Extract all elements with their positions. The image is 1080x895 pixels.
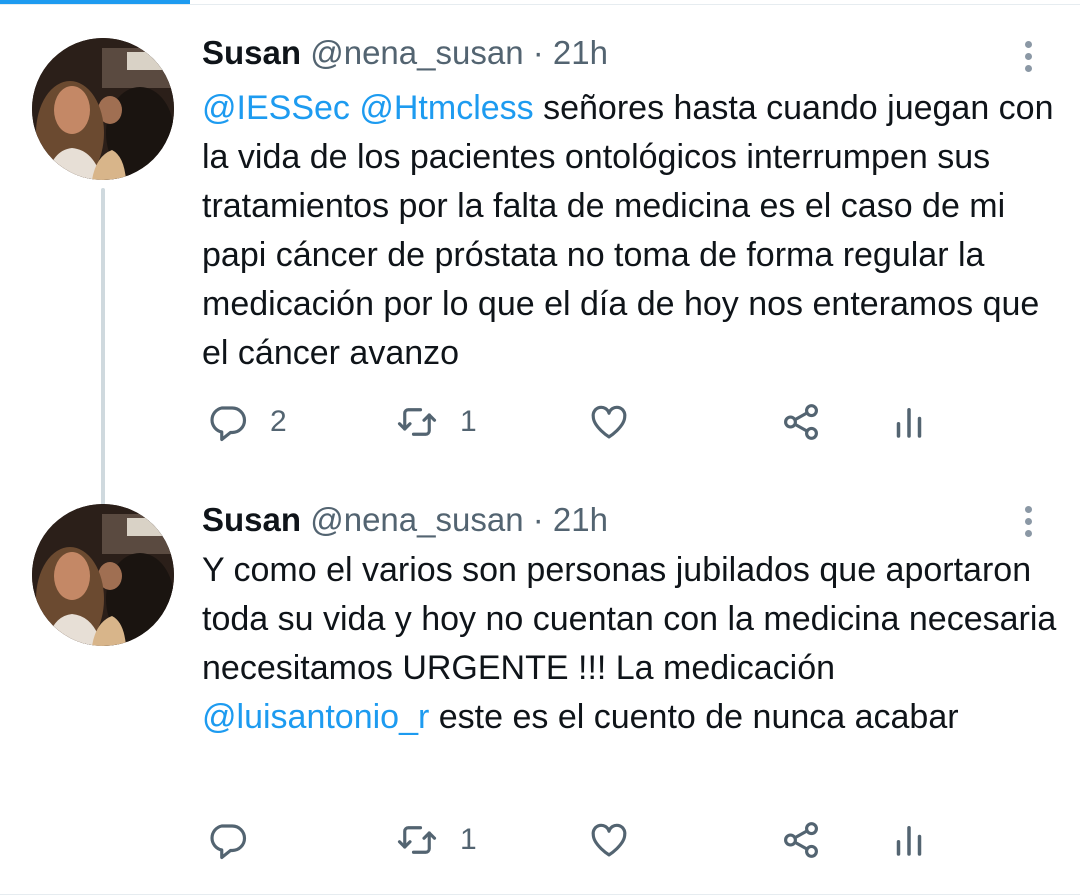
more-options-icon[interactable] xyxy=(1018,503,1038,539)
tweet[interactable]: Susan @nena_susan · 21h @IESSec @Htmcles… xyxy=(0,8,1080,506)
retweet-count: 1 xyxy=(460,405,477,438)
header-separator: · xyxy=(532,34,544,71)
avatar[interactable] xyxy=(32,504,174,646)
mention-link[interactable]: @IESSec xyxy=(202,89,350,127)
like-button[interactable] xyxy=(588,398,652,446)
share-icon xyxy=(784,404,818,440)
author-name[interactable]: Susan xyxy=(202,34,301,71)
retweet-button[interactable]: 1 xyxy=(396,398,477,446)
tweet-header: Susan @nena_susan · 21h xyxy=(202,33,608,73)
avatar[interactable] xyxy=(32,38,174,180)
reply-count: 2 xyxy=(270,405,287,438)
text-segment: este es el cuento de nunca acabar xyxy=(429,698,959,736)
tweet-header: Susan @nena_susan · 21h xyxy=(202,500,608,540)
tweet-text: Y como el varios son personas jubilados … xyxy=(202,546,1062,742)
more-options-icon[interactable] xyxy=(1018,38,1038,74)
text-segment: señores hasta cuando juegan con la vida … xyxy=(202,89,1054,372)
text-segment: Y como el varios son personas jubilados … xyxy=(202,551,1057,687)
analytics-button[interactable] xyxy=(888,816,930,864)
thread-connector-line xyxy=(101,188,105,506)
tweet-actions: 1 xyxy=(0,816,1080,864)
heart-icon xyxy=(591,405,627,439)
share-button[interactable] xyxy=(780,816,822,864)
retweet-icon xyxy=(397,408,437,436)
tweet-timestamp[interactable]: 21h xyxy=(553,34,608,71)
header-separator: · xyxy=(532,501,544,538)
tweet-timestamp[interactable]: 21h xyxy=(553,501,608,538)
reply-button[interactable] xyxy=(206,816,270,864)
tweet-actions: 2 1 xyxy=(0,398,1080,446)
tweet[interactable]: Susan @nena_susan · 21h Y como el varios… xyxy=(0,478,1080,888)
analytics-icon xyxy=(896,408,922,438)
author-name[interactable]: Susan xyxy=(202,501,301,538)
text-segment xyxy=(350,89,359,127)
author-handle[interactable]: @nena_susan xyxy=(310,34,523,71)
top-divider xyxy=(0,4,1080,5)
mention-link[interactable]: @luisantonio_r xyxy=(202,698,429,736)
retweet-icon xyxy=(397,826,437,854)
retweet-count: 1 xyxy=(460,823,477,856)
share-button[interactable] xyxy=(780,398,822,446)
analytics-icon xyxy=(896,826,922,856)
analytics-button[interactable] xyxy=(888,398,930,446)
mention-link[interactable]: @Htmcless xyxy=(359,89,533,127)
author-handle[interactable]: @nena_susan xyxy=(310,501,523,538)
reply-icon xyxy=(210,406,247,442)
tweet-text: @IESSec @Htmcless señores hasta cuando j… xyxy=(202,84,1062,378)
share-icon xyxy=(784,822,818,858)
retweet-button[interactable]: 1 xyxy=(396,816,477,864)
reply-button[interactable]: 2 xyxy=(206,398,287,446)
reply-icon xyxy=(210,824,247,860)
like-button[interactable] xyxy=(588,816,652,864)
heart-icon xyxy=(591,823,627,857)
